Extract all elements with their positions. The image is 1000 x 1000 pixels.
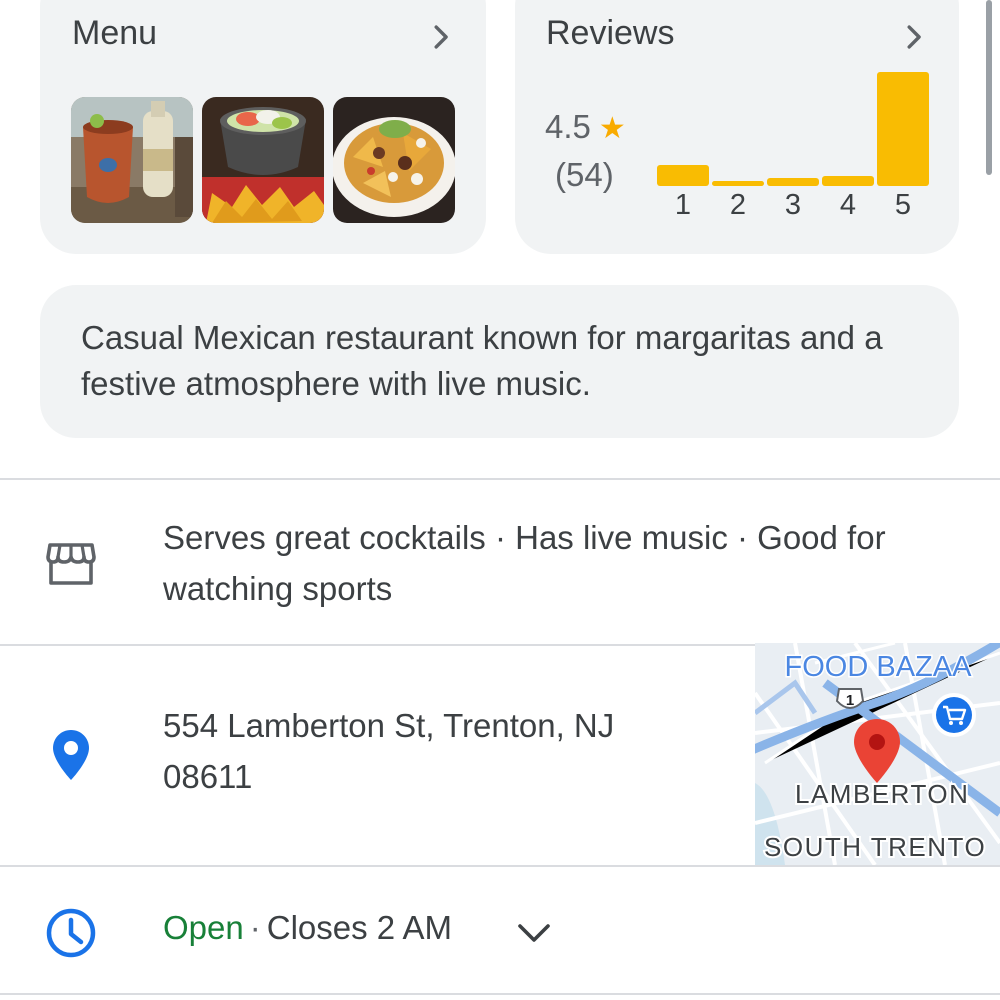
highlights-line-2: watching sports	[163, 570, 393, 607]
storefront-icon	[46, 543, 96, 585]
address-line-1: 554 Lamberton St, Trenton, NJ	[163, 707, 615, 744]
divider	[0, 865, 1000, 867]
separator: ·	[249, 909, 261, 946]
rating-bar-5	[877, 72, 929, 186]
rating-bar-label-3: 3	[784, 189, 802, 221]
review-count: (54)	[555, 156, 614, 193]
menu-title: Menu	[72, 14, 158, 52]
hours-summary: Open · Closes 2 AM	[163, 909, 452, 947]
rating-number: 4.5	[545, 108, 591, 145]
address-line-2: 08611	[163, 758, 253, 795]
map-label-food-bazaar: FOOD BAZAA	[785, 651, 973, 683]
star-icon: ★	[598, 112, 626, 145]
nachos-photo[interactable]	[333, 97, 455, 223]
map-label-south-trenton: SOUTH TRENTO	[764, 832, 986, 862]
description-text: Casual Mexican restaurant known for marg…	[81, 319, 883, 402]
rating-bar-1	[657, 165, 709, 186]
open-status: Open	[163, 909, 244, 946]
guacamole-chips-photo[interactable]	[202, 97, 324, 223]
rating-bar-label-2: 2	[729, 189, 747, 221]
rating-bar-3	[767, 178, 819, 186]
scrollbar[interactable]	[986, 0, 992, 175]
rating-value: 4.5 ★	[545, 108, 626, 146]
highlights-line-1: Serves great cocktails · Has live music …	[163, 519, 886, 556]
rating-bar-label-5: 5	[894, 189, 912, 221]
chevron-right-icon[interactable]	[424, 20, 458, 54]
margarita-drink-photo[interactable]	[71, 97, 193, 223]
reviews-title: Reviews	[546, 14, 675, 52]
route-shield-label: 1	[846, 692, 854, 709]
chevron-right-icon[interactable]	[897, 20, 931, 54]
clock-icon	[46, 908, 96, 958]
map-thumbnail[interactable]: 1 FOOD BAZAA LAMBERTON SOUTH TRENTO	[755, 643, 1000, 865]
location-pin-icon	[53, 730, 89, 780]
map-label-lamberton: LAMBERTON	[795, 779, 969, 809]
menu-card[interactable]: Menu	[40, 0, 486, 254]
chevron-down-icon[interactable]	[516, 917, 552, 949]
description-card: Casual Mexican restaurant known for marg…	[40, 285, 959, 438]
rating-bar-2	[712, 181, 764, 186]
rating-bar-label-1: 1	[674, 189, 692, 221]
closing-time: Closes 2 AM	[266, 909, 452, 946]
divider	[0, 478, 1000, 480]
reviews-card[interactable]: Reviews 4.5 ★ (54) 1 2 3 4 5	[515, 0, 959, 254]
rating-bar-label-4: 4	[839, 189, 857, 221]
divider	[0, 993, 1000, 995]
rating-bar-4	[822, 176, 874, 186]
